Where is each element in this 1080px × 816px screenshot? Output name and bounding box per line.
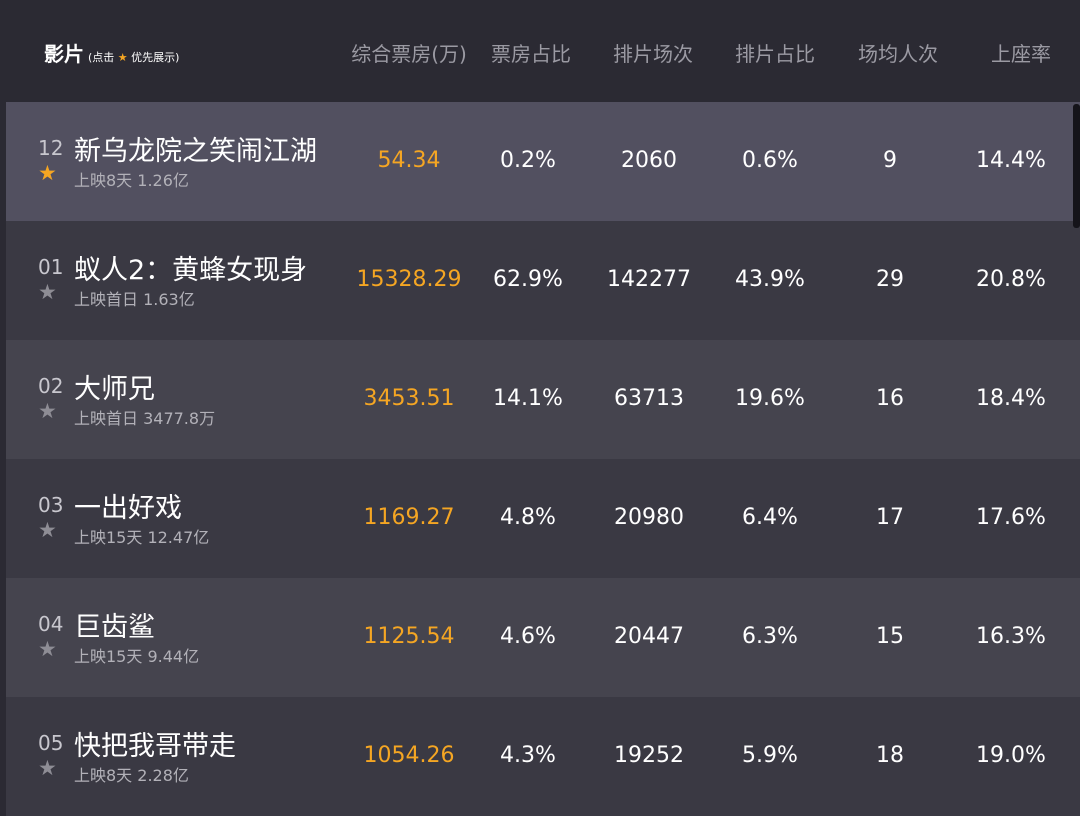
show-share-value: 6.4% bbox=[742, 505, 798, 530]
rank: 12 bbox=[38, 136, 64, 160]
show-share-value: 6.3% bbox=[742, 624, 798, 649]
box-share-value: 4.8% bbox=[500, 505, 556, 530]
table-row[interactable]: 05 快把我哥带走 ★ 上映8天 2.28亿 1054.26 4.3% 1925… bbox=[6, 697, 1080, 816]
occupancy-value: 17.6% bbox=[976, 505, 1046, 530]
film-title: 大师兄 bbox=[74, 374, 155, 405]
shows-value: 2060 bbox=[621, 148, 677, 173]
box-office-value: 1125.54 bbox=[363, 624, 455, 649]
avg-audience-value: 17 bbox=[876, 505, 904, 530]
table-row[interactable]: 01 蚁人2：黄蜂女现身 ★ 上映首日 1.63亿 15328.29 62.9%… bbox=[6, 221, 1080, 340]
star-icon[interactable]: ★ bbox=[38, 638, 57, 660]
film-release-info: 上映15天 12.47亿 bbox=[74, 528, 210, 547]
box-office-value: 54.34 bbox=[377, 148, 441, 173]
table-row[interactable]: 02 大师兄 ★ 上映首日 3477.8万 3453.51 14.1% 6371… bbox=[6, 340, 1080, 459]
table-header: 影片 (点击 ★ 优先展示) 综合票房(万) 票房占比 排片场次 排片占比 场均人… bbox=[6, 0, 1080, 102]
star-icon[interactable]: ★ bbox=[38, 162, 57, 184]
header-note-prefix: (点击 bbox=[88, 51, 115, 64]
avg-audience-value: 29 bbox=[876, 267, 904, 292]
avg-audience-value: 18 bbox=[876, 743, 904, 768]
film-title: 快把我哥带走 bbox=[74, 731, 236, 762]
table-body: 12 新乌龙院之笑闹江湖 ★ 上映8天 1.26亿 54.34 0.2% 206… bbox=[6, 102, 1080, 816]
rank: 03 bbox=[38, 493, 64, 517]
show-share-value: 19.6% bbox=[735, 386, 805, 411]
rank: 02 bbox=[38, 374, 64, 398]
film-title: 巨齿鲨 bbox=[74, 612, 155, 643]
film-release-info: 上映首日 3477.8万 bbox=[74, 409, 216, 428]
avg-audience-value: 15 bbox=[876, 624, 904, 649]
box-office-table: 影片 (点击 ★ 优先展示) 综合票房(万) 票房占比 排片场次 排片占比 场均人… bbox=[6, 0, 1080, 816]
occupancy-value: 14.4% bbox=[976, 148, 1046, 173]
box-office-value: 1169.27 bbox=[363, 505, 455, 530]
header-film[interactable]: 影片 (点击 ★ 优先展示) bbox=[44, 38, 179, 67]
header-shows[interactable]: 排片场次 bbox=[613, 38, 693, 67]
film-release-info: 上映首日 1.63亿 bbox=[74, 290, 195, 309]
star-icon[interactable]: ★ bbox=[38, 400, 57, 422]
header-occupancy[interactable]: 上座率 bbox=[991, 38, 1051, 67]
star-icon: ★ bbox=[117, 51, 128, 64]
box-share-value: 62.9% bbox=[493, 267, 563, 292]
table-row[interactable]: 12 新乌龙院之笑闹江湖 ★ 上映8天 1.26亿 54.34 0.2% 206… bbox=[6, 102, 1080, 221]
shows-value: 19252 bbox=[614, 743, 684, 768]
avg-audience-value: 9 bbox=[883, 148, 897, 173]
header-note: (点击 ★ 优先展示) bbox=[88, 51, 179, 64]
film-title: 一出好戏 bbox=[74, 493, 182, 524]
box-share-value: 4.3% bbox=[500, 743, 556, 768]
star-icon[interactable]: ★ bbox=[38, 281, 57, 303]
box-share-value: 0.2% bbox=[500, 148, 556, 173]
film-release-info: 上映8天 2.28亿 bbox=[74, 766, 189, 785]
show-share-value: 5.9% bbox=[742, 743, 798, 768]
table-row[interactable]: 03 一出好戏 ★ 上映15天 12.47亿 1169.27 4.8% 2098… bbox=[6, 459, 1080, 578]
occupancy-value: 19.0% bbox=[976, 743, 1046, 768]
shows-value: 63713 bbox=[614, 386, 684, 411]
header-show-share[interactable]: 排片占比 bbox=[735, 38, 815, 67]
header-film-label: 影片 bbox=[44, 42, 84, 66]
box-office-value: 3453.51 bbox=[363, 386, 455, 411]
film-title: 蚁人2：黄蜂女现身 bbox=[74, 255, 308, 286]
box-share-value: 4.6% bbox=[500, 624, 556, 649]
star-icon[interactable]: ★ bbox=[38, 519, 57, 541]
film-release-info: 上映8天 1.26亿 bbox=[74, 171, 189, 190]
avg-audience-value: 16 bbox=[876, 386, 904, 411]
box-share-value: 14.1% bbox=[493, 386, 563, 411]
box-office-value: 15328.29 bbox=[356, 267, 462, 292]
shows-value: 142277 bbox=[607, 267, 691, 292]
rank: 01 bbox=[38, 255, 64, 279]
shows-value: 20447 bbox=[614, 624, 684, 649]
show-share-value: 43.9% bbox=[735, 267, 805, 292]
show-share-value: 0.6% bbox=[742, 148, 798, 173]
occupancy-value: 16.3% bbox=[976, 624, 1046, 649]
shows-value: 20980 bbox=[614, 505, 684, 530]
rank: 04 bbox=[38, 612, 64, 636]
occupancy-value: 20.8% bbox=[976, 267, 1046, 292]
header-box-share[interactable]: 票房占比 bbox=[491, 38, 571, 67]
rank: 05 bbox=[38, 731, 64, 755]
film-title: 新乌龙院之笑闹江湖 bbox=[74, 136, 317, 167]
table-row[interactable]: 04 巨齿鲨 ★ 上映15天 9.44亿 1125.54 4.6% 20447 … bbox=[6, 578, 1080, 697]
header-box-office[interactable]: 综合票房(万) bbox=[351, 38, 467, 67]
box-office-value: 1054.26 bbox=[363, 743, 455, 768]
header-avg-audience[interactable]: 场均人次 bbox=[858, 38, 938, 67]
scrollbar[interactable] bbox=[1073, 104, 1080, 228]
star-icon[interactable]: ★ bbox=[38, 757, 57, 779]
header-note-suffix: 优先展示) bbox=[131, 51, 180, 64]
occupancy-value: 18.4% bbox=[976, 386, 1046, 411]
film-release-info: 上映15天 9.44亿 bbox=[74, 647, 200, 666]
